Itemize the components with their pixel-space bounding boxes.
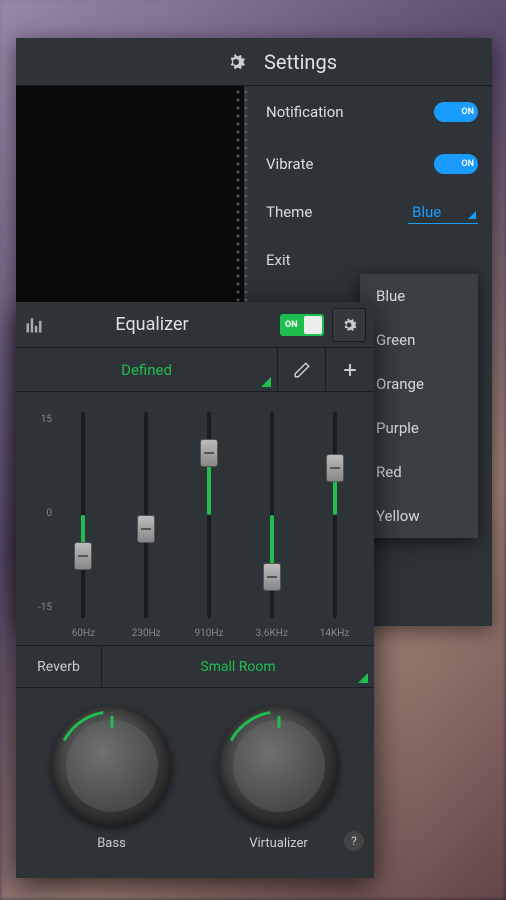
scale-max: 15 bbox=[24, 414, 52, 425]
scale-labels: 15 0 -15 bbox=[24, 406, 52, 639]
dropdown-item[interactable]: Orange bbox=[360, 362, 478, 406]
help-button[interactable]: ? bbox=[344, 831, 364, 851]
toggle-on[interactable] bbox=[434, 154, 478, 174]
virtualizer-knob[interactable] bbox=[219, 706, 339, 826]
virtualizer-knob-wrap: Virtualizer bbox=[219, 706, 339, 851]
setting-notification[interactable]: Notification bbox=[266, 86, 478, 138]
knob-indicator-icon bbox=[110, 716, 113, 728]
scale-mid: 0 bbox=[24, 508, 52, 519]
equalizer-power-toggle[interactable]: ON bbox=[280, 314, 324, 336]
equalizer-header: Equalizer ON bbox=[16, 302, 374, 348]
band-slider[interactable]: 60Hz bbox=[52, 406, 115, 639]
equalizer-icon bbox=[24, 315, 44, 335]
dropdown-item[interactable]: Blue bbox=[360, 274, 478, 318]
band-slider[interactable]: 14KHz bbox=[303, 406, 366, 639]
setting-label: Vibrate bbox=[266, 155, 313, 173]
setting-theme[interactable]: Theme Blue bbox=[266, 190, 478, 234]
settings-title: Settings bbox=[264, 50, 337, 74]
preset-bar: Defined bbox=[16, 348, 374, 392]
preset-select[interactable]: Defined bbox=[16, 348, 278, 391]
reverb-bar: Reverb Small Room bbox=[16, 646, 374, 688]
theme-select[interactable]: Blue bbox=[408, 201, 478, 224]
equalizer-panel: Equalizer ON Defined 15 0 -15 60Hz 230Hz bbox=[16, 302, 374, 878]
setting-label: Theme bbox=[266, 203, 312, 221]
equalizer-title: Equalizer bbox=[52, 314, 272, 335]
bass-knob[interactable] bbox=[52, 706, 172, 826]
add-preset-button[interactable] bbox=[326, 348, 374, 391]
setting-label: Notification bbox=[266, 103, 344, 121]
bass-knob-wrap: Bass bbox=[52, 706, 172, 851]
band-freq: 14KHz bbox=[320, 628, 350, 639]
reverb-label: Reverb bbox=[16, 646, 102, 687]
bass-label: Bass bbox=[97, 836, 126, 851]
dropdown-item[interactable]: Green bbox=[360, 318, 478, 362]
dropdown-item[interactable]: Purple bbox=[360, 406, 478, 450]
band-freq: 60Hz bbox=[72, 628, 95, 639]
scale-min: -15 bbox=[24, 602, 52, 613]
dropdown-item[interactable]: Red bbox=[360, 450, 478, 494]
settings-header: Settings bbox=[16, 38, 492, 86]
reverb-select[interactable]: Small Room bbox=[102, 646, 374, 687]
band-freq: 3.6KHz bbox=[256, 628, 288, 639]
gear-icon bbox=[224, 50, 248, 74]
toggle-on[interactable] bbox=[434, 102, 478, 122]
equalizer-settings-button[interactable] bbox=[332, 308, 366, 342]
band-slider[interactable]: 910Hz bbox=[178, 406, 241, 639]
virtualizer-label: Virtualizer bbox=[249, 836, 308, 851]
knobs-section: Bass Virtualizer ? bbox=[16, 688, 374, 865]
theme-dropdown[interactable]: Blue Green Orange Purple Red Yellow bbox=[360, 274, 478, 538]
setting-label: Exit bbox=[266, 251, 291, 269]
equalizer-sliders: 15 0 -15 60Hz 230Hz 910Hz 3.6KHz 14KHz bbox=[16, 392, 374, 646]
edit-preset-button[interactable] bbox=[278, 348, 326, 391]
knob-indicator-icon bbox=[277, 716, 280, 728]
band-freq: 910Hz bbox=[195, 628, 224, 639]
band-slider[interactable]: 3.6KHz bbox=[240, 406, 303, 639]
band-slider[interactable]: 230Hz bbox=[115, 406, 178, 639]
band-freq: 230Hz bbox=[132, 628, 161, 639]
dropdown-item[interactable]: Yellow bbox=[360, 494, 478, 538]
setting-vibrate[interactable]: Vibrate bbox=[266, 138, 478, 190]
